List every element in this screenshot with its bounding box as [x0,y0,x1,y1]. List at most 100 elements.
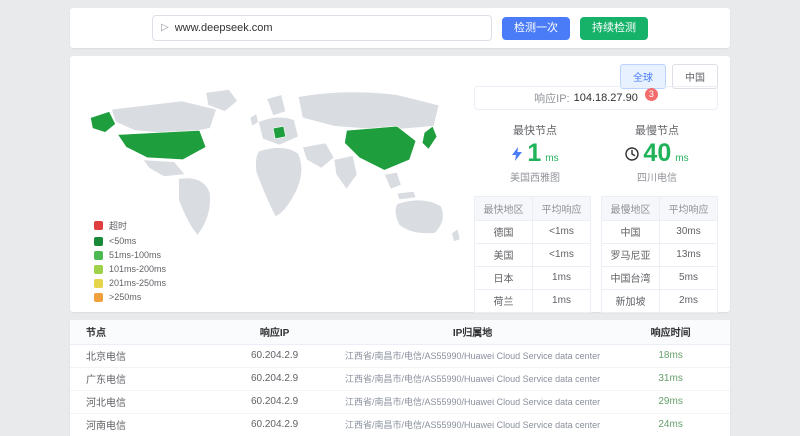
search-bar: ▷ 检测一次 持续检测 [70,8,730,48]
region-cell: 中国 [602,220,660,243]
continuous-check-button[interactable]: 持续检测 [580,17,648,40]
node-time: 24ms [611,413,730,436]
region-cell: 美国 [475,243,533,266]
latency-cell: 1ms [533,289,591,312]
response-ip-label: 响应IP: [534,90,569,106]
node-time: 18ms [611,344,730,367]
legend-label: 201ms-250ms [109,278,166,288]
node-ip: 60.204.2.9 [215,390,334,413]
legend-swatch-101-200 [94,265,103,274]
legend-swatch-over-250 [94,293,103,302]
legend-label: 超时 [109,219,127,232]
legend-label: 101ms-200ms [109,264,166,274]
legend-item: 超时 [94,219,166,232]
slowest-node-location: 四川电信 [596,169,718,184]
fastest-node-title: 最快节点 [474,122,596,138]
latency-cell: 5ms [660,266,718,289]
node-ip: 60.204.2.9 [215,344,334,367]
map-region-indonesia [397,191,416,199]
latency-cell: <1ms [533,243,591,266]
node-name: 广东电信 [70,367,215,390]
legend-swatch-51-100 [94,251,103,260]
table-row: 北京电信 60.204.2.9 江西省/南昌市/电信/AS55990/Huawe… [70,344,730,367]
region-cell: 罗马尼亚 [602,243,660,266]
node-name: 北京电信 [70,344,215,367]
column-header: 平均响应 [533,196,591,220]
legend-swatch-201-250 [94,279,103,288]
slowest-regions-table: 最慢地区 平均响应 中国 30ms 罗马尼亚 13ms [601,196,718,313]
map-region-australia [395,200,443,233]
node-time: 29ms [611,390,730,413]
play-icon: ▷ [161,23,169,33]
table-row: 德国 <1ms [475,220,591,243]
map-region-new-zealand [452,229,460,242]
map-region-alaska [90,111,115,132]
map-region-germany [273,126,286,139]
legend-swatch-under-50 [94,237,103,246]
node-ip: 60.204.2.9 [215,367,334,390]
check-once-button[interactable]: 检测一次 [502,17,570,40]
region-cell: 德国 [475,220,533,243]
ip-count-badge[interactable]: 3 [645,88,658,101]
slowest-node-unit: ms [675,153,688,164]
node-results-card: 节点 响应IP IP归属地 响应时间 北京电信 60.204.2.9 江西省/南… [70,320,730,436]
map-region-japan [422,126,437,149]
table-row: 中国 30ms [602,220,718,243]
fastest-node-stat: 最快节点 1 ms 美国西雅图 [474,122,596,184]
map-region-usa [118,130,206,159]
slowest-node-stat: 最慢节点 40 ms 四川电信 [596,122,718,184]
url-input[interactable] [175,22,483,34]
node-name: 河南电信 [70,413,215,436]
node-ip: 60.204.2.9 [215,413,334,436]
ping-test-page: ▷ 检测一次 持续检测 全球 中国 [0,0,800,436]
clock-icon [625,147,639,161]
legend-item: >250ms [94,292,166,302]
column-header: 平均响应 [660,196,718,220]
map-region-russia [298,92,439,130]
latency-cell: <1ms [533,220,591,243]
map-region-china [345,126,416,170]
legend-item: 201ms-250ms [94,278,166,288]
column-header-location: IP归属地 [334,320,611,344]
legend-item: <50ms [94,236,166,246]
result-card: 全球 中国 [70,56,730,312]
table-row: 罗马尼亚 13ms [602,243,718,266]
node-location: 江西省/南昌市/电信/AS55990/Huawei Cloud Service … [334,367,611,390]
legend-label: 51ms-100ms [109,250,161,260]
fastest-node-unit: ms [545,153,558,164]
legend-label: >250ms [109,292,141,302]
map-region-se-asia [384,172,401,189]
map-region-uk [250,114,258,127]
region-cell: 中国台湾 [602,266,660,289]
url-input-box[interactable]: ▷ [152,15,492,41]
table-row: 中国台湾 5ms [602,266,718,289]
column-header-time: 响应时间 [611,320,730,344]
map-region-south-america [179,178,211,235]
response-ip-box: 响应IP: 104.18.27.90 3 [474,86,718,110]
legend-item: 51ms-100ms [94,250,166,260]
latency-cell: 1ms [533,266,591,289]
node-location: 江西省/南昌市/电信/AS55990/Huawei Cloud Service … [334,413,611,436]
latency-cell: 30ms [660,220,718,243]
node-time: 31ms [611,367,730,390]
map-region-africa [256,148,302,217]
response-ip-value: 104.18.27.90 [574,92,638,104]
region-cell: 荷兰 [475,289,533,312]
node-location: 江西省/南昌市/电信/AS55990/Huawei Cloud Service … [334,344,611,367]
table-row: 日本 1ms [475,266,591,289]
node-name: 河北电信 [70,390,215,413]
legend-item: 101ms-200ms [94,264,166,274]
column-header-ip: 响应IP [215,320,334,344]
column-header: 最慢地区 [602,196,660,220]
region-cell: 新加坡 [602,289,660,312]
map-region-middle-east [303,143,335,168]
latency-cell: 2ms [660,289,718,312]
slowest-node-value: 40 [643,140,671,168]
node-location: 江西省/南昌市/电信/AS55990/Huawei Cloud Service … [334,390,611,413]
table-row: 河北电信 60.204.2.9 江西省/南昌市/电信/AS55990/Huawe… [70,390,730,413]
fastest-node-value: 1 [527,140,541,168]
map-region-scandinavia [267,95,286,116]
table-row: 荷兰 1ms [475,289,591,312]
fastest-regions-table: 最快地区 平均响应 德国 <1ms 美国 <1ms [474,196,591,313]
stats-row: 最快节点 1 ms 美国西雅图 最慢节点 [474,122,718,184]
